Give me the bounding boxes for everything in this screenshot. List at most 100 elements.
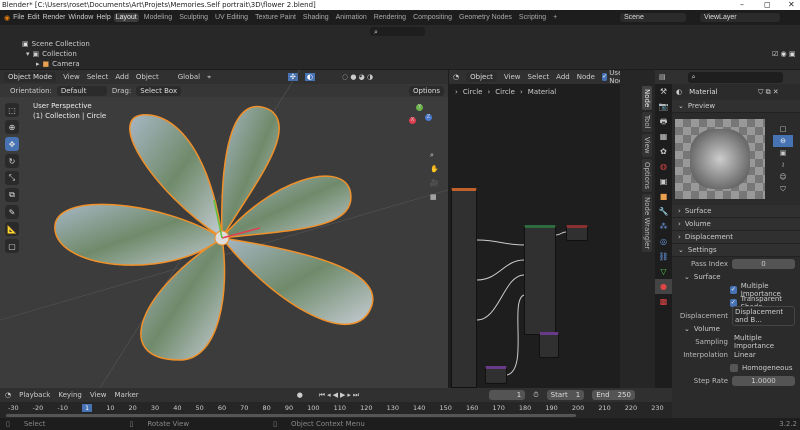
step-rate-field[interactable]: 1.0000 bbox=[732, 375, 795, 386]
sidebar-tab-node-wrangler[interactable]: Node Wrangler bbox=[642, 193, 652, 252]
frame-tick: 210 bbox=[598, 404, 611, 412]
view-layer-selector[interactable]: ViewLayer bbox=[700, 13, 780, 22]
3d-viewport[interactable]: Object Mode View Select Add Object Globa… bbox=[0, 70, 448, 388]
grid-icon[interactable]: ▦ bbox=[430, 190, 439, 204]
blender-logo-icon[interactable]: ◉ bbox=[4, 14, 10, 22]
add-workspace-button[interactable]: + bbox=[551, 13, 559, 22]
displacement-method-select[interactable]: Displacement and B... bbox=[732, 305, 795, 326]
tool-tab-icon[interactable]: ⚒ bbox=[655, 84, 672, 99]
constraints-tab-icon[interactable]: ⛓ bbox=[655, 249, 672, 264]
outliner-item-scene-collection[interactable]: ▣ Scene Collection bbox=[22, 40, 90, 48]
node-sidebar: Node Tool View Options Node Wrangler bbox=[620, 70, 655, 388]
shader-node-editor[interactable]: ◔ Object View Select Add Node ✓Use Nodes… bbox=[449, 70, 620, 388]
properties-tabs: ⚒ 📷 🖶 ▦ ✿ ◍ ▣ ■ 🔧 ⁂ ◎ ⛓ ▽ ● ▩ bbox=[655, 84, 672, 418]
fake-user-icon[interactable]: ⛉ ⧉ ✕ bbox=[758, 88, 779, 97]
timeline-menu-keying[interactable]: Keying bbox=[58, 391, 82, 399]
section-volume[interactable]: › Volume bbox=[672, 218, 800, 231]
visibility-icon[interactable]: ☑ ◉ ▣ bbox=[772, 50, 795, 58]
frame-tick: 150 bbox=[439, 404, 452, 412]
homogeneous-checkbox[interactable]: Homogeneous bbox=[672, 361, 800, 374]
frame-tick: 40 bbox=[173, 404, 182, 412]
interpolation-select[interactable]: Linear bbox=[732, 349, 795, 360]
data-tab-icon[interactable]: ▽ bbox=[655, 264, 672, 279]
physics-tab-icon[interactable]: ◎ bbox=[655, 234, 672, 249]
zoom-icon[interactable]: ⌕ bbox=[430, 148, 439, 162]
preview-cloth-icon[interactable]: ⛉ bbox=[773, 183, 793, 195]
output-tab-icon[interactable]: 🖶 bbox=[655, 114, 672, 129]
material-name-field[interactable]: Material bbox=[685, 87, 756, 97]
world-tab-icon[interactable]: ◍ bbox=[655, 159, 672, 174]
preview-monkey-icon[interactable]: ☺ bbox=[773, 171, 793, 183]
outliner-item-camera[interactable]: ▸ ■ Camera bbox=[36, 60, 80, 68]
navigation-gizmo[interactable]: Y X Z bbox=[408, 102, 444, 138]
workspace-tab-rendering[interactable]: Rendering bbox=[372, 13, 408, 22]
workspace-tab-scripting[interactable]: Scripting bbox=[517, 13, 548, 22]
section-surface[interactable]: › Surface bbox=[672, 205, 800, 218]
workspace-tab-animation[interactable]: Animation bbox=[334, 13, 369, 22]
render-tab-icon[interactable]: 📷 bbox=[655, 99, 672, 114]
menu-edit[interactable]: Edit bbox=[27, 14, 39, 21]
frame-tick: -20 bbox=[32, 404, 44, 412]
minimize-button[interactable]: – bbox=[740, 0, 744, 9]
material-slot: ◐ Material ⛉ ⧉ ✕ bbox=[672, 84, 800, 100]
workspace-tab-modeling[interactable]: Modeling bbox=[142, 13, 174, 22]
current-frame-field[interactable]: 1 bbox=[489, 390, 526, 400]
outliner-item-collection[interactable]: ▾ ▣ Collection bbox=[26, 50, 77, 58]
title-bar: Blender* [C:\Users\roset\Documents\Art\P… bbox=[0, 0, 800, 10]
workspace-tab-layout[interactable]: Layout bbox=[113, 13, 139, 22]
section-preview[interactable]: ⌄ Preview bbox=[672, 100, 800, 113]
workspace-tab-compositing[interactable]: Compositing bbox=[411, 13, 454, 22]
section-settings[interactable]: ⌄ Settings bbox=[672, 244, 800, 257]
object-tab-icon[interactable]: ■ bbox=[655, 189, 672, 204]
sidebar-tab-options[interactable]: Options bbox=[642, 158, 652, 192]
timeline-scrollbar[interactable] bbox=[6, 414, 576, 417]
modifier-tab-icon[interactable]: 🔧 bbox=[655, 204, 672, 219]
preview-sphere-icon[interactable]: ⊖ bbox=[773, 135, 793, 147]
end-frame-field[interactable]: End 250 bbox=[592, 390, 635, 400]
workspace-tab-shading[interactable]: Shading bbox=[301, 13, 331, 22]
preview-hair-icon[interactable]: ≀ bbox=[773, 159, 793, 171]
timeline-menu-marker[interactable]: Marker bbox=[114, 391, 138, 399]
material-sphere-icon[interactable]: ◐ bbox=[676, 88, 682, 96]
record-icon[interactable]: ● bbox=[297, 391, 303, 399]
properties-search-input[interactable]: ⌕ bbox=[687, 71, 783, 83]
workspace-tab-geometry-nodes[interactable]: Geometry Nodes bbox=[457, 13, 514, 22]
preview-flat-icon[interactable]: □ bbox=[773, 123, 793, 135]
workspace-tab-uv-editing[interactable]: UV Editing bbox=[213, 13, 250, 22]
playback-controls[interactable]: ⏮◂◀▶▸⏭ bbox=[319, 391, 361, 400]
workspace-tab-sculpting[interactable]: Sculpting bbox=[177, 13, 210, 22]
pan-hand-icon[interactable]: ✋ bbox=[430, 162, 439, 176]
sidebar-tab-tool[interactable]: Tool bbox=[642, 112, 652, 132]
menu-window[interactable]: Window bbox=[68, 14, 93, 21]
flower-mesh[interactable] bbox=[0, 70, 448, 388]
editor-type-icon[interactable]: ▤ bbox=[659, 73, 666, 81]
frame-ruler[interactable]: -30 -20 -10 1 10 20 30 40 50 60 70 80 90 100 110 120 130… bbox=[0, 402, 672, 414]
start-frame-field[interactable]: Start 1 bbox=[546, 390, 585, 400]
node-links bbox=[476, 231, 567, 376]
pass-index-field[interactable]: 0 bbox=[732, 258, 795, 269]
menu-render[interactable]: Render bbox=[42, 14, 65, 21]
workspace-tab-texture-paint[interactable]: Texture Paint bbox=[253, 13, 298, 22]
material-tab-icon[interactable]: ● bbox=[655, 279, 672, 294]
menu-file[interactable]: File bbox=[13, 14, 24, 21]
particles-tab-icon[interactable]: ⁂ bbox=[655, 219, 672, 234]
view-layer-tab-icon[interactable]: ▦ bbox=[655, 129, 672, 144]
sidebar-tab-node[interactable]: Node bbox=[642, 86, 652, 111]
menu-help[interactable]: Help bbox=[96, 14, 110, 21]
sampling-select[interactable]: Multiple Importance bbox=[732, 332, 795, 351]
scene-selector[interactable]: Scene bbox=[620, 13, 686, 22]
collection-icon: ▣ bbox=[32, 50, 40, 58]
editor-type-icon[interactable]: ◔ bbox=[5, 391, 11, 399]
timeline-menu-playback[interactable]: Playback bbox=[19, 391, 50, 399]
maximize-button[interactable]: ◻ bbox=[764, 0, 771, 9]
close-button[interactable]: ✕ bbox=[788, 0, 795, 9]
timeline-menu-view[interactable]: View bbox=[90, 391, 107, 399]
outliner-search-input[interactable]: ⌕ bbox=[370, 27, 425, 36]
sidebar-tab-view[interactable]: View bbox=[642, 133, 652, 157]
texture-tab-icon[interactable]: ▩ bbox=[655, 294, 672, 309]
preview-cube-icon[interactable]: ▣ bbox=[773, 147, 793, 159]
camera-view-icon[interactable]: 🎥 bbox=[430, 176, 439, 190]
scene-tab-icon[interactable]: ✿ bbox=[655, 144, 672, 159]
collection-tab-icon[interactable]: ▣ bbox=[655, 174, 672, 189]
section-displacement[interactable]: › Displacement bbox=[672, 231, 800, 244]
